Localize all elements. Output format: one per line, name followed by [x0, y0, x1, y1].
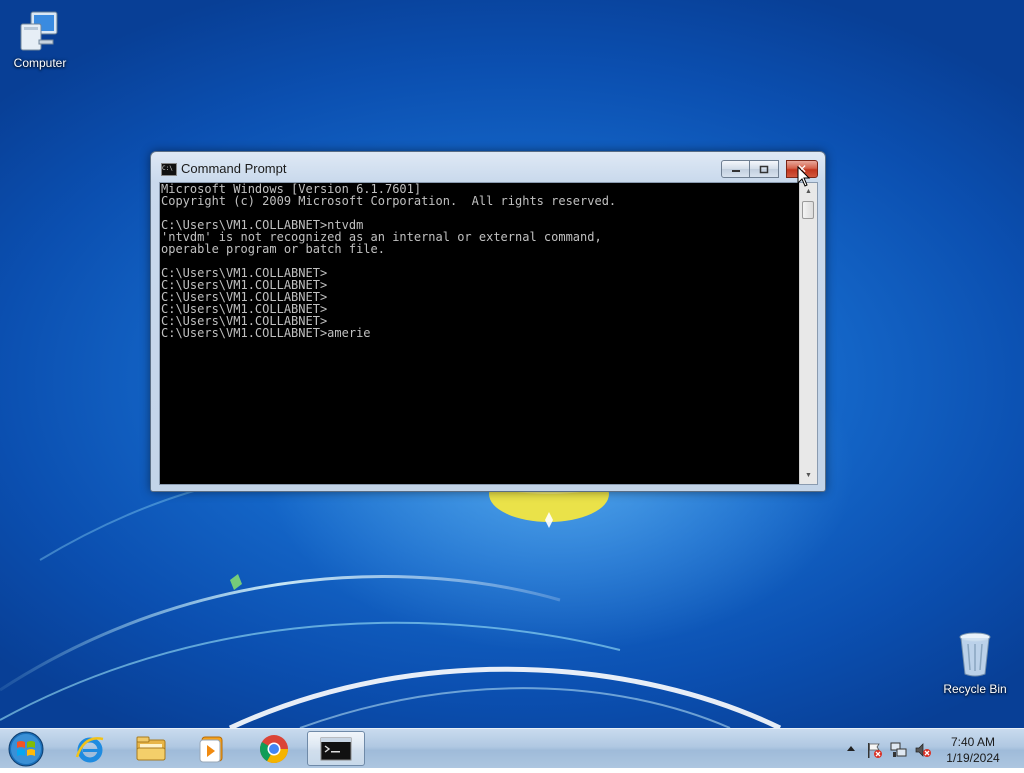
- start-orb-icon: [8, 731, 44, 767]
- desktop-icon-label: Recycle Bin: [943, 682, 1007, 696]
- action-center-flag-icon[interactable]: [866, 741, 884, 759]
- taskbar-clock[interactable]: 7:40 AM 1/19/2024: [932, 734, 1014, 766]
- file-explorer-icon: [136, 736, 166, 760]
- vertical-scrollbar[interactable]: ▲ ▼: [799, 183, 817, 484]
- clock-date: 1/19/2024: [946, 751, 1000, 765]
- chrome-icon: [260, 734, 288, 763]
- recycle-bin-icon: [959, 632, 991, 677]
- cmd-icon: [320, 737, 352, 760]
- scroll-down-arrow-icon[interactable]: ▼: [800, 467, 817, 484]
- desktop[interactable]: Computer Recycle Bin C:\ Command Prompt …: [0, 0, 1024, 728]
- computer-icon: [20, 11, 58, 51]
- command-prompt-window[interactable]: C:\ Command Prompt ✕ Microsoft Windows […: [150, 151, 826, 492]
- start-button[interactable]: [6, 730, 46, 768]
- mouse-cursor-icon: [797, 166, 811, 187]
- cmd-icon[interactable]: C:\: [161, 163, 177, 176]
- minimize-button[interactable]: [721, 160, 750, 178]
- scrollbar-thumb[interactable]: [802, 201, 814, 219]
- maximize-button[interactable]: [750, 160, 779, 178]
- desktop-icon-label: Computer: [13, 56, 67, 70]
- window-titlebar[interactable]: C:\ Command Prompt ✕: [151, 152, 825, 182]
- network-icon[interactable]: [890, 741, 908, 759]
- taskbar-command-prompt[interactable]: [307, 731, 365, 766]
- desktop-icon-recycle-bin[interactable]: Recycle Bin: [935, 630, 1015, 696]
- internet-explorer-icon: [75, 736, 104, 762]
- taskbar-media-player[interactable]: [183, 731, 241, 766]
- console-output[interactable]: Microsoft Windows [Version 6.1.7601] Cop…: [161, 183, 799, 484]
- show-hidden-icons-icon[interactable]: [846, 744, 856, 752]
- maximize-icon: [759, 165, 769, 173]
- console-area[interactable]: Microsoft Windows [Version 6.1.7601] Cop…: [159, 182, 818, 485]
- desktop-icon-computer[interactable]: Computer: [0, 10, 80, 70]
- volume-muted-icon[interactable]: [914, 741, 932, 759]
- taskbar-file-explorer[interactable]: [122, 731, 180, 766]
- taskbar: 7:40 AM 1/19/2024: [0, 728, 1024, 768]
- taskbar-internet-explorer[interactable]: [61, 731, 119, 766]
- minimize-icon: [731, 170, 740, 172]
- taskbar-chrome[interactable]: [245, 731, 303, 766]
- clock-time: 7:40 AM: [950, 735, 996, 749]
- window-title: Command Prompt: [181, 161, 287, 176]
- media-player-icon: [199, 736, 223, 762]
